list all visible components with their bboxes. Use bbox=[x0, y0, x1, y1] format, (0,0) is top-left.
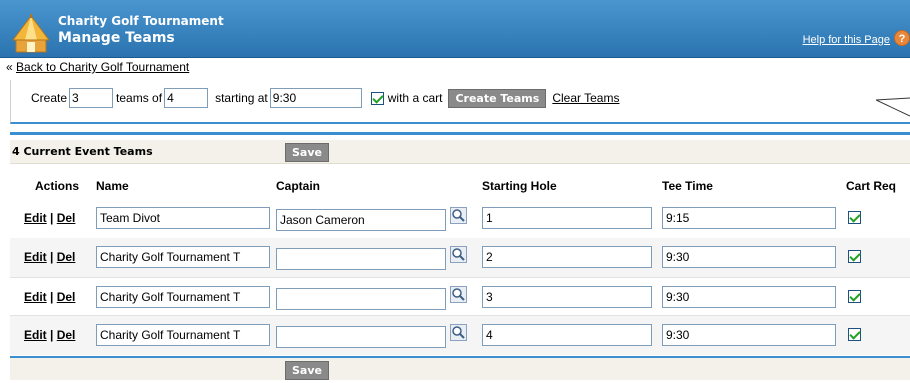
captain-input[interactable] bbox=[276, 209, 446, 231]
teams-panel: 4 Current Event Teams Save Actions Name … bbox=[10, 132, 910, 380]
help-link[interactable]: Help for this Page bbox=[803, 34, 890, 46]
help-icon[interactable]: ? bbox=[894, 30, 910, 46]
team-name-input[interactable] bbox=[96, 286, 270, 308]
col-tee-time: Tee Time bbox=[662, 179, 713, 193]
starting-hole-input[interactable] bbox=[482, 246, 652, 268]
table-row: Edit | Del bbox=[10, 277, 910, 316]
lookup-icon[interactable] bbox=[450, 246, 467, 263]
team-count-input[interactable] bbox=[69, 88, 114, 108]
row-actions: Edit | Del bbox=[24, 250, 75, 264]
action-separator: | bbox=[50, 250, 54, 264]
with-cart-checkbox[interactable] bbox=[370, 91, 384, 105]
starting-hole-input[interactable] bbox=[482, 324, 652, 346]
table-row: Edit | Del bbox=[10, 238, 910, 277]
action-separator: | bbox=[50, 328, 54, 342]
create-teams-row: Create teams of starting at with a cart … bbox=[31, 88, 619, 108]
page-header: Charity Golf Tournament Manage Teams Hel… bbox=[0, 0, 910, 58]
create-teams-button[interactable]: Create Teams bbox=[448, 88, 547, 108]
table-row: Edit | Del bbox=[10, 199, 910, 238]
del-link[interactable]: Del bbox=[57, 328, 76, 342]
start-time-input[interactable] bbox=[269, 88, 362, 108]
edit-link[interactable]: Edit bbox=[24, 328, 47, 342]
edit-link[interactable]: Edit bbox=[24, 290, 47, 304]
row-actions: Edit | Del bbox=[24, 211, 75, 225]
cart-req-checkbox[interactable] bbox=[848, 328, 861, 341]
col-actions: Actions bbox=[35, 179, 80, 193]
captain-input[interactable] bbox=[276, 248, 446, 270]
captain-input[interactable] bbox=[276, 288, 446, 310]
del-link[interactable]: Del bbox=[57, 290, 76, 304]
save-button-bottom[interactable]: Save bbox=[285, 361, 329, 380]
action-separator: | bbox=[50, 290, 54, 304]
edit-link[interactable]: Edit bbox=[24, 211, 47, 225]
app-title: Charity Golf Tournament bbox=[58, 14, 224, 28]
col-captain: Captain bbox=[276, 179, 321, 193]
table-row: Edit | Del bbox=[10, 316, 910, 355]
cart-req-checkbox[interactable] bbox=[848, 211, 861, 224]
lookup-icon[interactable] bbox=[450, 286, 467, 303]
lookup-icon[interactable] bbox=[450, 324, 467, 341]
col-cart-req: Cart Req bbox=[846, 179, 897, 193]
cart-req-checkbox[interactable] bbox=[848, 250, 861, 263]
team-name-input[interactable] bbox=[96, 207, 270, 229]
save-button-top[interactable]: Save bbox=[285, 143, 329, 162]
tee-time-input[interactable] bbox=[662, 286, 836, 308]
create-teams-panel: Create teams of starting at with a cart … bbox=[10, 80, 910, 124]
edit-link[interactable]: Edit bbox=[24, 250, 47, 264]
starting-hole-input[interactable] bbox=[482, 286, 652, 308]
teams-header: 4 Current Event Teams Save bbox=[10, 140, 910, 164]
captain-input[interactable] bbox=[276, 326, 446, 348]
lookup-icon[interactable] bbox=[450, 207, 467, 224]
del-link[interactable]: Del bbox=[57, 250, 76, 264]
breadcrumb: « Back to Charity Golf Tournament bbox=[6, 60, 189, 74]
chevron-icon bbox=[876, 97, 910, 117]
with-cart-label: with a cart bbox=[387, 91, 443, 105]
col-starting-hole: Starting Hole bbox=[482, 179, 557, 193]
tee-time-input[interactable] bbox=[662, 207, 836, 229]
team-name-input[interactable] bbox=[96, 324, 270, 346]
tee-time-input[interactable] bbox=[662, 324, 836, 346]
team-size-input[interactable] bbox=[164, 88, 209, 108]
row-actions: Edit | Del bbox=[24, 328, 75, 342]
create-label: Create bbox=[31, 91, 68, 105]
golf-tent-icon bbox=[12, 14, 50, 53]
cart-req-checkbox[interactable] bbox=[848, 290, 861, 303]
teams-title: 4 Current Event Teams bbox=[12, 145, 153, 158]
teams-footer: Save bbox=[10, 356, 910, 380]
tee-time-input[interactable] bbox=[662, 246, 836, 268]
page-title: Manage Teams bbox=[58, 30, 175, 46]
back-link[interactable]: Back to Charity Golf Tournament bbox=[16, 60, 189, 74]
starting-hole-input[interactable] bbox=[482, 207, 652, 229]
clear-teams-link[interactable]: Clear Teams bbox=[552, 91, 619, 105]
starting-at-label: starting at bbox=[215, 91, 268, 105]
action-separator: | bbox=[50, 211, 54, 225]
row-actions: Edit | Del bbox=[24, 290, 75, 304]
del-link[interactable]: Del bbox=[57, 211, 76, 225]
team-name-input[interactable] bbox=[96, 246, 270, 268]
col-name: Name bbox=[96, 179, 129, 193]
back-arrow-icon: « bbox=[6, 60, 13, 74]
teams-of-label: teams of bbox=[116, 91, 163, 105]
